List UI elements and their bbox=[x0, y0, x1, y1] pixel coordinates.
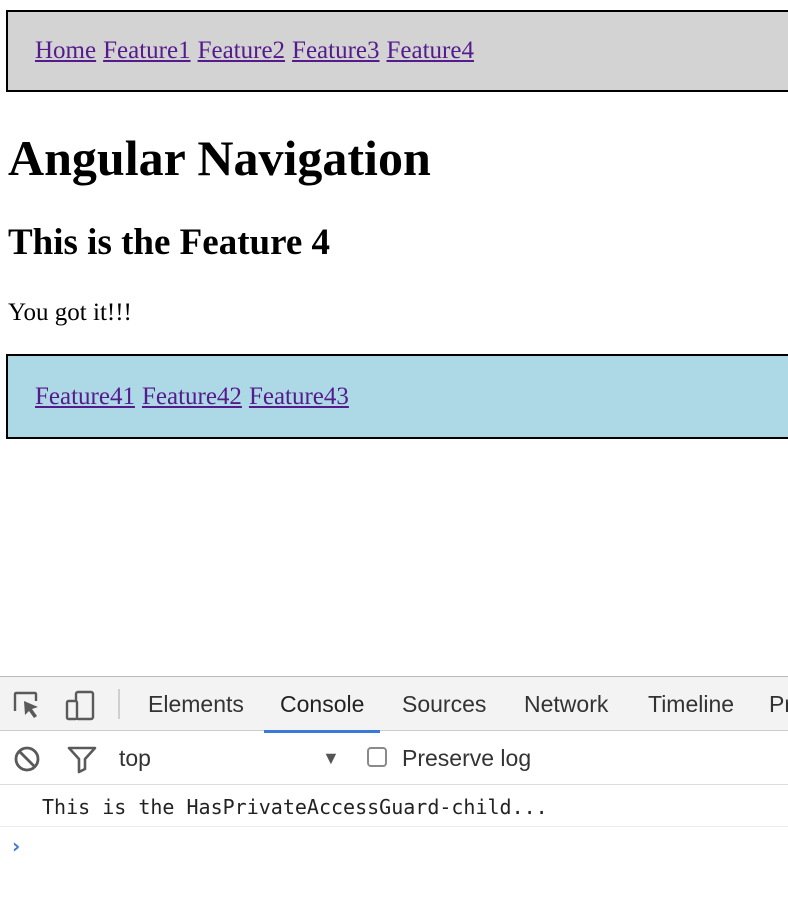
inspect-element-icon[interactable] bbox=[11, 689, 43, 721]
feature-text: You got it!!! bbox=[8, 299, 132, 326]
preserve-log-label: Preserve log bbox=[402, 745, 532, 771]
tab-network[interactable]: Network bbox=[524, 677, 608, 730]
devtools-tab-bar: Elements Console Sources Network Timelin… bbox=[0, 677, 788, 733]
main-nav: Home Feature1 Feature2 Feature3 Feature4 bbox=[6, 10, 788, 92]
console-prompt-icon[interactable]: › bbox=[12, 834, 20, 858]
toolbar-divider bbox=[118, 689, 120, 719]
devtools-panel: Elements Console Sources Network Timelin… bbox=[0, 676, 788, 910]
tab-elements[interactable]: Elements bbox=[148, 677, 244, 730]
app-page: Home Feature1 Feature2 Feature3 Feature4… bbox=[0, 0, 788, 676]
clear-console-icon[interactable] bbox=[12, 744, 42, 774]
nav-link-feature3[interactable]: Feature3 bbox=[292, 37, 379, 65]
console-message-row: This is the HasPrivateAccessGuard-child.… bbox=[0, 785, 788, 827]
page-title: Angular Navigation bbox=[8, 130, 431, 186]
tab-sources[interactable]: Sources bbox=[402, 677, 486, 730]
subnav-link-feature42[interactable]: Feature42 bbox=[142, 383, 242, 411]
subnav-link-feature41[interactable]: Feature41 bbox=[35, 383, 135, 411]
nav-link-feature2[interactable]: Feature2 bbox=[198, 37, 285, 65]
nav-link-home[interactable]: Home bbox=[35, 37, 96, 65]
tab-console[interactable]: Console bbox=[264, 677, 381, 733]
console-toolbar: top ▼ Preserve log bbox=[0, 731, 788, 785]
device-toolbar-icon[interactable] bbox=[64, 689, 96, 721]
context-selector[interactable]: top bbox=[119, 731, 151, 785]
nav-link-feature1[interactable]: Feature1 bbox=[103, 37, 190, 65]
subnav-link-feature43[interactable]: Feature43 bbox=[249, 383, 349, 411]
tab-timeline[interactable]: Timeline bbox=[648, 677, 734, 730]
feature-heading: This is the Feature 4 bbox=[8, 222, 331, 263]
preserve-log-checkbox[interactable] bbox=[367, 747, 387, 767]
nav-link-feature4[interactable]: Feature4 bbox=[387, 37, 474, 65]
feature-subnav: Feature41 Feature42 Feature43 bbox=[6, 354, 788, 439]
tab-profiles[interactable]: Pr bbox=[769, 677, 788, 730]
console-message: This is the HasPrivateAccessGuard-child.… bbox=[42, 795, 548, 819]
filter-icon[interactable] bbox=[66, 744, 98, 774]
context-dropdown-arrow-icon[interactable]: ▼ bbox=[322, 731, 340, 785]
